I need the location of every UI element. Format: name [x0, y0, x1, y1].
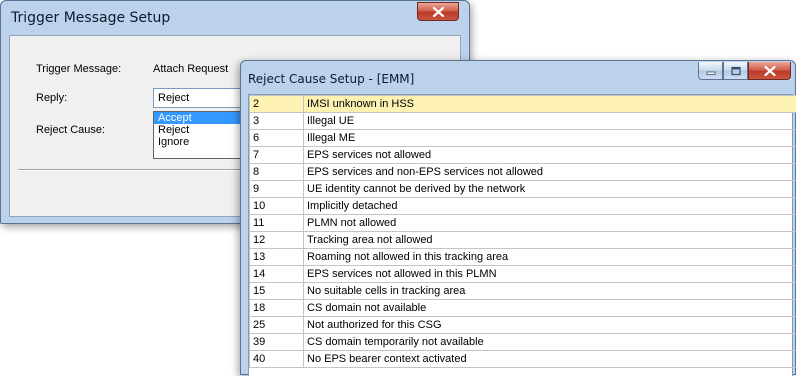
- cause-description-cell: EPS services and non-EPS services not al…: [304, 164, 796, 181]
- table-row[interactable]: 12Tracking area not allowed: [250, 232, 796, 249]
- cause-code-cell: 10: [250, 198, 304, 215]
- cause-description-cell: Roaming not allowed in this tracking are…: [304, 249, 796, 266]
- cause-description-cell: Tracking area not allowed: [304, 232, 796, 249]
- table-row[interactable]: 11PLMN not allowed: [250, 215, 796, 232]
- table-row[interactable]: 8EPS services and non-EPS services not a…: [250, 164, 796, 181]
- reject-cause-grid: 2IMSI unknown in HSS3Illegal UE6Illegal …: [248, 94, 793, 376]
- close-icon: [764, 66, 775, 76]
- cause-description-cell: Not authorized for this CSG: [304, 317, 796, 334]
- cause-description-cell: CS domain temporarily not available: [304, 334, 796, 351]
- reject-cause-label: Reject Cause:: [36, 124, 105, 136]
- cause-code-cell: 15: [250, 283, 304, 300]
- table-row[interactable]: 15No suitable cells in tracking area: [250, 283, 796, 300]
- cause-description-cell: PLMN not allowed: [304, 215, 796, 232]
- reject-cause-setup-window: Reject Cause Setup - [EMM] 2IMSI unknown…: [240, 60, 796, 375]
- window-title: Trigger Message Setup: [11, 10, 170, 26]
- cause-code-cell: 8: [250, 164, 304, 181]
- cause-code-cell: 40: [250, 351, 304, 368]
- minimize-button[interactable]: [698, 62, 723, 80]
- table-row[interactable]: 9UE identity cannot be derived by the ne…: [250, 181, 796, 198]
- cause-description-cell: Illegal UE: [304, 113, 796, 130]
- cause-description-cell: Illegal ME: [304, 130, 796, 147]
- reply-dropdown-list: Accept Reject Ignore: [153, 111, 253, 159]
- reply-option-accept[interactable]: Accept: [154, 112, 252, 124]
- reply-label: Reply:: [36, 92, 67, 104]
- cause-code-cell: 9: [250, 181, 304, 198]
- table-row[interactable]: 7EPS services not allowed: [250, 147, 796, 164]
- table-row[interactable]: 3Illegal UE: [250, 113, 796, 130]
- table-row[interactable]: 10Implicitly detached: [250, 198, 796, 215]
- table-row[interactable]: 18CS domain not available: [250, 300, 796, 317]
- window-title: Reject Cause Setup - [EMM]: [248, 72, 414, 86]
- close-icon: [433, 7, 444, 17]
- cause-code-cell: 14: [250, 266, 304, 283]
- cause-description-cell: EPS services not allowed in this PLMN: [304, 266, 796, 283]
- trigger-message-value: Attach Request: [153, 63, 228, 75]
- cause-code-cell: 11: [250, 215, 304, 232]
- maximize-icon: [731, 66, 741, 75]
- cause-description-cell: Implicitly detached: [304, 198, 796, 215]
- cause-description-cell: No suitable cells in tracking area: [304, 283, 796, 300]
- trigger-message-label: Trigger Message:: [36, 63, 121, 75]
- close-button[interactable]: [417, 2, 459, 21]
- reply-selected-value: Reject: [158, 92, 189, 104]
- cause-code-cell: 6: [250, 130, 304, 147]
- table-row[interactable]: 14EPS services not allowed in this PLMN: [250, 266, 796, 283]
- minimize-icon: [706, 67, 715, 75]
- cause-code-cell: 25: [250, 317, 304, 334]
- caption-buttons: [698, 62, 791, 80]
- reply-option-ignore[interactable]: Ignore: [154, 136, 252, 148]
- cause-description-cell: EPS services not allowed: [304, 147, 796, 164]
- cause-description-cell: CS domain not available: [304, 300, 796, 317]
- cause-code-cell: 39: [250, 334, 304, 351]
- table-row[interactable]: 40No EPS bearer context activated: [250, 351, 796, 368]
- cause-code-cell: 2: [250, 96, 304, 113]
- cause-description-cell: UE identity cannot be derived by the net…: [304, 181, 796, 198]
- table-row[interactable]: 25Not authorized for this CSG: [250, 317, 796, 334]
- cause-code-cell: 12: [250, 232, 304, 249]
- table-row[interactable]: 2IMSI unknown in HSS: [250, 96, 796, 113]
- table-row[interactable]: 6Illegal ME: [250, 130, 796, 147]
- cause-code-cell: 18: [250, 300, 304, 317]
- cause-description-cell: No EPS bearer context activated: [304, 351, 796, 368]
- close-button[interactable]: [748, 62, 791, 80]
- cause-code-cell: 3: [250, 113, 304, 130]
- cause-code-cell: 7: [250, 147, 304, 164]
- maximize-button[interactable]: [723, 62, 748, 80]
- cause-code-cell: 13: [250, 249, 304, 266]
- table-row[interactable]: 13Roaming not allowed in this tracking a…: [250, 249, 796, 266]
- cause-description-cell: IMSI unknown in HSS: [304, 96, 796, 113]
- reply-dropdown[interactable]: Reject: [153, 88, 253, 108]
- table-row[interactable]: 39CS domain temporarily not available: [250, 334, 796, 351]
- reply-option-reject[interactable]: Reject: [154, 124, 252, 136]
